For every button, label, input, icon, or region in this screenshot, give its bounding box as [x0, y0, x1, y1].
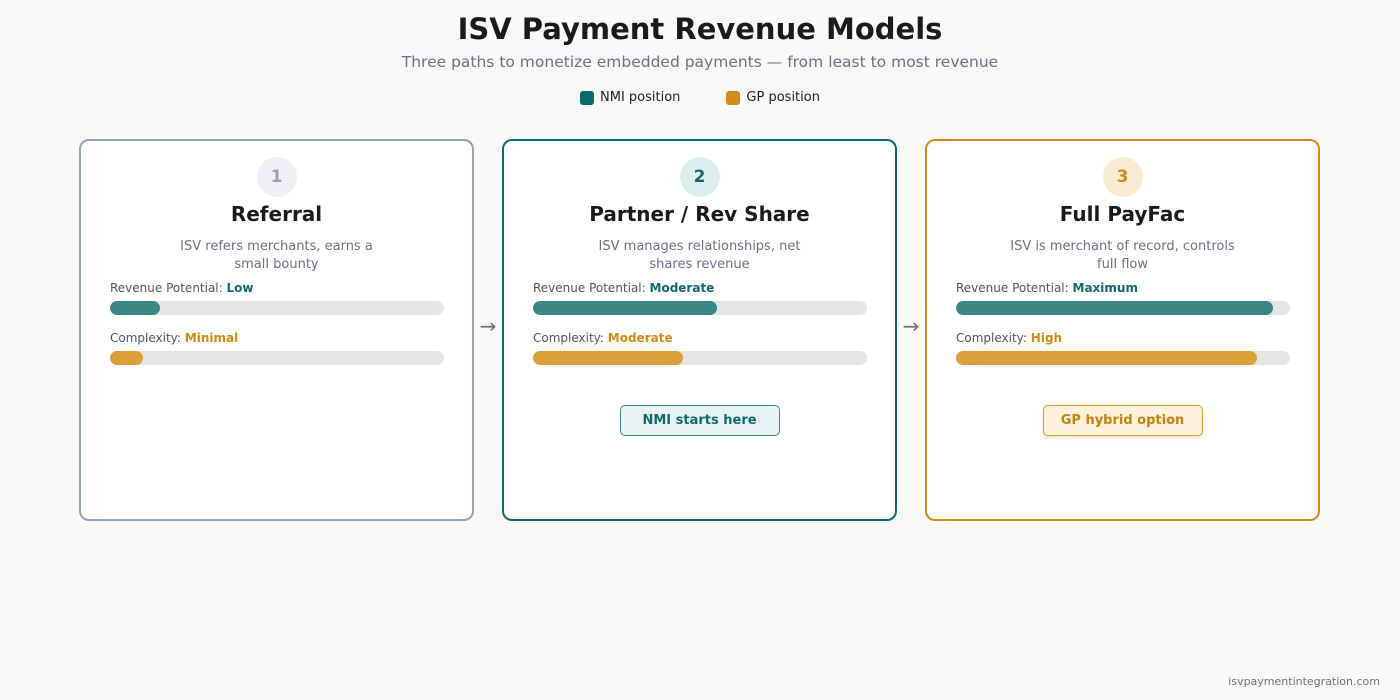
revenue-potential-fill — [533, 301, 717, 315]
card-title: Full PayFac — [1059, 202, 1186, 226]
revenue-potential-value: Moderate — [649, 281, 715, 295]
revenue-potential-bar — [956, 301, 1290, 315]
complexity-caption: Complexity: — [110, 331, 181, 345]
revenue-potential-label: Revenue Potential: Maximum — [956, 281, 1138, 295]
complexity-bar — [110, 351, 444, 365]
legend-item-nmi: NMI position — [580, 90, 680, 105]
complexity-fill — [533, 351, 684, 365]
step-badge: 1 — [256, 157, 297, 197]
complexity-value: Moderate — [607, 331, 673, 345]
card-partner-rev-share: 2 Partner / Rev Share ISV manages relati… — [502, 139, 897, 521]
legend-label-gp: GP position — [746, 90, 820, 105]
revenue-potential-label: Revenue Potential: Moderate — [533, 281, 714, 295]
card-description: ISV manages relationships, net shares re… — [598, 239, 801, 272]
complexity-bar — [956, 351, 1290, 365]
card-title: Referral — [230, 202, 323, 226]
page-title: ISV Payment Revenue Models — [457, 12, 943, 46]
arrow-right-icon: → — [902, 314, 920, 338]
revenue-potential-caption: Revenue Potential: — [956, 281, 1069, 295]
step-badge: 3 — [1102, 157, 1143, 197]
revenue-potential-fill — [956, 301, 1274, 315]
card-description: ISV refers merchants, earns a small boun… — [180, 239, 373, 272]
card-full-payfac: 3 Full PayFac ISV is merchant of record,… — [925, 139, 1320, 521]
complexity-bar — [533, 351, 867, 365]
legend-swatch-gp — [726, 90, 741, 105]
complexity-label: Complexity: High — [956, 331, 1062, 345]
revenue-potential-bar — [110, 301, 444, 315]
complexity-fill — [956, 351, 1257, 365]
step-badge: 2 — [679, 157, 720, 197]
revenue-potential-value: Maximum — [1072, 281, 1138, 295]
revenue-potential-fill — [110, 301, 161, 315]
revenue-potential-bar — [533, 301, 867, 315]
card-referral: 1 Referral ISV refers merchants, earns a… — [79, 139, 474, 521]
complexity-value: Minimal — [184, 331, 239, 345]
revenue-potential-caption: Revenue Potential: — [533, 281, 646, 295]
complexity-value: High — [1030, 331, 1063, 345]
legend-label-nmi: NMI position — [600, 90, 681, 105]
complexity-fill — [110, 351, 144, 365]
revenue-potential-label: Revenue Potential: Low — [110, 281, 254, 295]
arrow-right-icon: → — [479, 314, 497, 338]
complexity-label: Complexity: Minimal — [110, 331, 238, 345]
legend-item-gp: GP position — [726, 90, 820, 105]
card-title: Partner / Rev Share — [589, 202, 810, 226]
complexity-caption: Complexity: — [956, 331, 1027, 345]
page-subtitle: Three paths to monetize embedded payment… — [401, 53, 999, 71]
gp-callout-tag: GP hybrid option — [1042, 405, 1203, 436]
nmi-callout-tag: NMI starts here — [619, 405, 780, 436]
legend: NMI position GP position — [0, 90, 1400, 105]
legend-swatch-nmi — [580, 90, 595, 105]
complexity-label: Complexity: Moderate — [533, 331, 673, 345]
revenue-potential-value: Low — [226, 281, 254, 295]
footer-site-credit: isvpaymentintegration.com — [1228, 675, 1380, 688]
complexity-caption: Complexity: — [533, 331, 604, 345]
card-description: ISV is merchant of record, controls full… — [1010, 239, 1235, 272]
revenue-potential-caption: Revenue Potential: — [110, 281, 223, 295]
